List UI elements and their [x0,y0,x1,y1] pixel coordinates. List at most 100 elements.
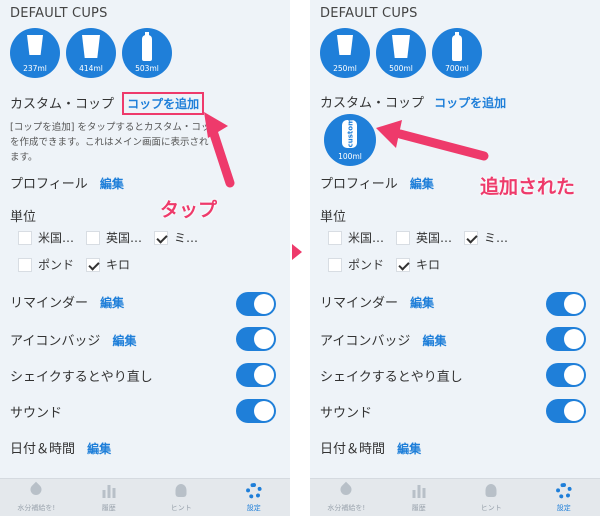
tab-settings[interactable]: 設定 [528,479,600,516]
icon-badge-label: アイコンバッジ [320,334,411,349]
tab-hydrate[interactable]: 水分補給を! [310,479,383,516]
custom-cup-button[interactable]: custom 100ml [324,114,376,166]
cup-button[interactable]: 500ml [376,28,426,78]
unit-uk[interactable]: 英国… [396,229,452,246]
icon-badge-toggle[interactable] [236,327,276,351]
checkbox[interactable] [396,230,411,245]
tab-hydrate[interactable]: 水分補給を! [0,479,73,516]
cup-icon [337,35,353,55]
shake-toggle[interactable] [236,363,276,387]
settings-screen-after: DEFAULT CUPS 250ml 500ml 700ml カスタム・コップ … [310,0,600,516]
sound-label: サウンド [10,406,63,421]
tap-arrow-icon [204,112,235,188]
checkbox[interactable] [18,257,32,272]
reminder-toggle[interactable] [236,292,276,316]
tab-history[interactable]: 履歴 [383,479,456,516]
tap-callout: タップ [160,199,218,221]
sound-toggle[interactable] [236,399,276,423]
profile-edit-link[interactable]: 編集 [410,177,434,191]
bulb-icon [485,484,497,497]
icon-badge-edit-link[interactable]: 編集 [113,334,137,348]
profile-row: プロフィール 編集 [320,173,434,192]
reminder-edit-link[interactable]: 編集 [100,296,124,310]
custom-cup-size: 100ml [338,152,362,161]
units-row-2: ポンド キロ [328,256,452,273]
unit-uk[interactable]: 英国… [86,229,142,246]
checkbox[interactable] [18,230,32,245]
icon-badge-toggle[interactable] [546,327,586,351]
drop-icon [28,481,45,498]
shake-label: シェイクするとやり直し [320,370,463,385]
unit-metric[interactable]: ミ… [464,229,508,246]
cup-button[interactable]: 237ml [10,28,60,78]
unit-metric[interactable]: ミ… [154,229,198,246]
datetime-label: 日付＆時間 [320,442,386,457]
tab-hints[interactable]: ヒント [455,479,528,516]
shake-label: シェイクするとやり直し [10,370,153,385]
profile-label: プロフィール [320,177,398,192]
cup-button[interactable]: 250ml [320,28,370,78]
reminder-toggle[interactable] [546,292,586,316]
profile-label: プロフィール [10,177,88,192]
cup-size: 414ml [79,64,103,73]
default-cups-list: 250ml 500ml 700ml [320,28,482,78]
custom-cup-label: カスタム・コップ [10,97,115,112]
datetime-label: 日付＆時間 [10,442,76,457]
unit-us[interactable]: 米国… [328,229,384,246]
tab-bar: 水分補給を! 履歴 ヒント 設定 [0,478,290,516]
tab-history[interactable]: 履歴 [73,479,146,516]
cup-button[interactable]: 503ml [122,28,172,78]
tab-hints[interactable]: ヒント [145,479,218,516]
sound-label: サウンド [320,406,373,421]
checkbox[interactable] [328,230,342,245]
checkbox-checked[interactable] [154,230,169,245]
sound-toggle[interactable] [546,399,586,423]
units-title: 単位 [320,210,347,225]
default-cups-list: 237ml 414ml 503ml [10,28,172,78]
unit-pound[interactable]: ポンド [18,256,74,273]
cup-icon [82,35,100,58]
unit-us[interactable]: 米国… [18,229,74,246]
chart-icon [102,484,116,498]
add-cup-button[interactable]: コップを追加 [122,92,205,115]
units-title: 単位 [10,210,37,225]
tab-settings[interactable]: 設定 [218,479,291,516]
checkbox-checked[interactable] [86,257,101,272]
added-callout: 追加された [480,176,576,198]
custom-cup-label: カスタム・コップ [320,96,425,111]
unit-kilo[interactable]: キロ [396,256,440,273]
reminder-edit-link[interactable]: 編集 [410,296,434,310]
checkbox-checked[interactable] [396,257,411,272]
drop-icon [338,481,355,498]
cup-size: 700ml [445,64,469,73]
tab-bar: 水分補給を! 履歴 ヒント 設定 [310,478,600,516]
datetime-edit-link[interactable]: 編集 [397,442,421,456]
cup-button[interactable]: 700ml [432,28,482,78]
gear-icon [555,483,572,499]
settings-screen-before: DEFAULT CUPS 237ml 414ml 503ml カスタム・コップ … [0,0,290,516]
bottle-icon [142,32,152,61]
shake-toggle[interactable] [546,363,586,387]
cup-size: 500ml [389,64,413,73]
reminder-label: リマインダー [10,296,89,311]
cup-size: 503ml [135,64,159,73]
add-cup-button[interactable]: コップを追加 [434,96,506,110]
icon-badge-edit-link[interactable]: 編集 [423,334,447,348]
unit-kilo[interactable]: キロ [86,256,130,273]
profile-row: プロフィール 編集 [10,173,124,192]
bottle-icon [452,32,462,61]
default-cups-title: DEFAULT CUPS [320,6,418,21]
checkbox[interactable] [328,257,342,272]
unit-pound[interactable]: ポンド [328,256,384,273]
custom-cup-row: カスタム・コップ コップを追加 [10,92,205,115]
icon-badge-row: アイコンバッジ 編集 [10,330,137,349]
profile-edit-link[interactable]: 編集 [100,177,124,191]
icon-badge-label: アイコンバッジ [10,334,101,349]
checkbox[interactable] [86,230,101,245]
gear-icon [245,483,262,499]
datetime-edit-link[interactable]: 編集 [87,442,111,456]
checkbox-checked[interactable] [464,230,479,245]
added-arrow-icon [376,120,489,161]
cup-button[interactable]: 414ml [66,28,116,78]
cup-size: 250ml [333,64,357,73]
